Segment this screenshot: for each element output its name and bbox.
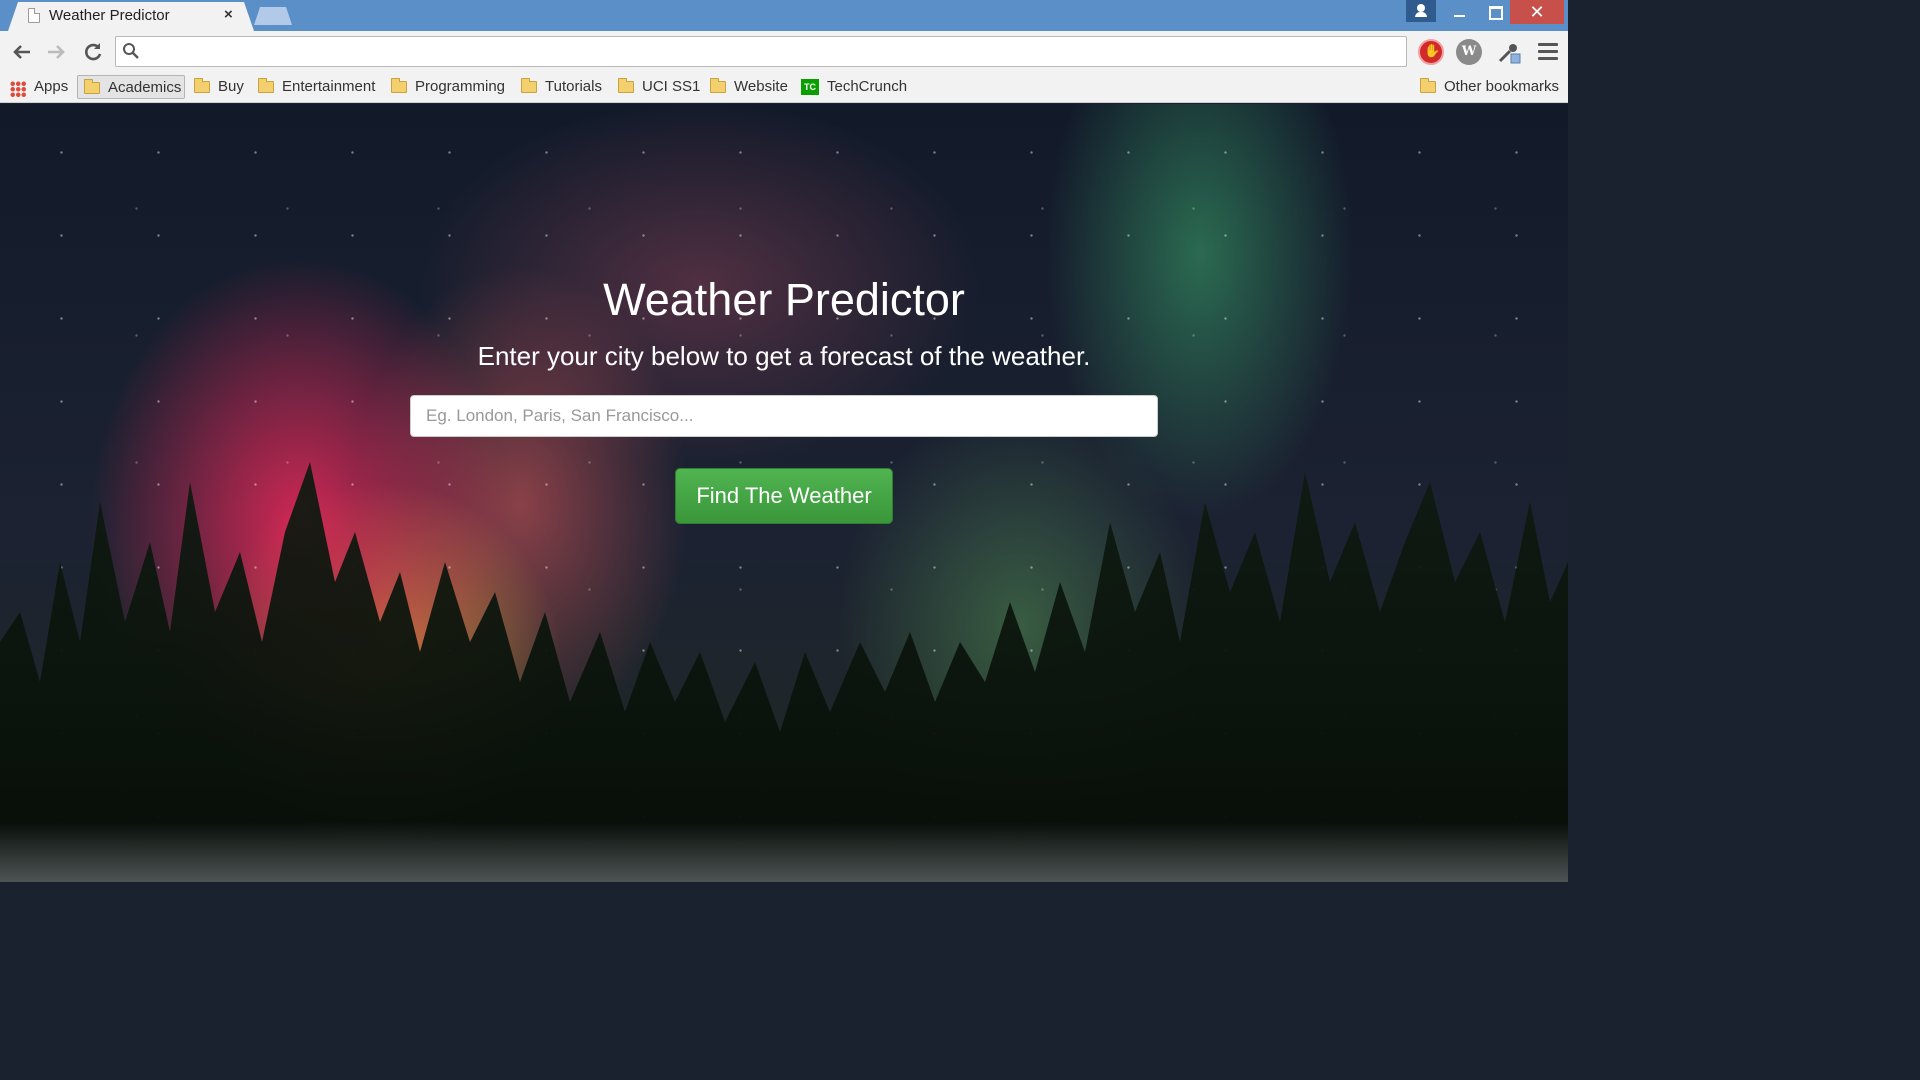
apps-grid-icon <box>10 81 26 97</box>
eyedropper-extension-icon[interactable] <box>1496 39 1522 65</box>
address-bar[interactable] <box>115 36 1407 67</box>
page-title: Weather Predictor <box>603 274 965 325</box>
hero-section: Weather Predictor Enter your city below … <box>0 274 1568 372</box>
new-tab-button[interactable] <box>254 7 292 25</box>
folder-icon <box>1420 78 1436 93</box>
page-subtitle: Enter your city below to get a forecast … <box>477 341 1091 371</box>
bookmark-tutorials[interactable]: Tutorials <box>515 75 607 99</box>
folder-icon <box>84 79 100 94</box>
forward-arrow-icon[interactable] <box>43 39 69 65</box>
bookmark-entertainment[interactable]: Entertainment <box>252 75 382 99</box>
forest-silhouette-background <box>0 462 1568 882</box>
bookmark-techcrunch[interactable]: TC TechCrunch <box>801 75 911 99</box>
maximize-button[interactable] <box>1476 0 1512 24</box>
city-search-input[interactable] <box>410 395 1158 437</box>
folder-icon <box>258 78 274 93</box>
back-arrow-icon[interactable] <box>9 39 35 65</box>
minimize-button[interactable] <box>1442 0 1478 24</box>
snow-ground-background <box>0 822 1568 882</box>
folder-icon <box>194 78 210 93</box>
user-profile-icon[interactable] <box>1406 0 1436 22</box>
bookmark-apps[interactable]: Apps <box>0 75 70 99</box>
browser-tab-active[interactable]: Weather Predictor × <box>8 2 254 31</box>
reload-icon[interactable] <box>80 39 106 65</box>
bookmark-academics[interactable]: Academics <box>77 75 185 99</box>
bookmarks-bar: Apps Academics Buy Entertainment Program… <box>0 71 1568 103</box>
tab-title: Weather Predictor <box>49 7 170 24</box>
bookmark-buy[interactable]: Buy <box>188 75 248 99</box>
address-input[interactable] <box>148 40 1388 64</box>
folder-icon <box>710 78 726 93</box>
w-extension-icon[interactable]: W <box>1456 39 1482 65</box>
search-icon <box>123 43 139 59</box>
techcrunch-icon: TC <box>801 79 819 95</box>
folder-icon <box>391 78 407 93</box>
tab-close-icon[interactable]: × <box>224 6 233 23</box>
folder-icon <box>521 78 537 93</box>
adblock-extension-icon[interactable] <box>1418 39 1444 65</box>
page-icon <box>28 8 40 23</box>
close-window-button[interactable]: ✕ <box>1510 0 1564 24</box>
bookmark-programming[interactable]: Programming <box>385 75 510 99</box>
menu-hamburger-icon[interactable] <box>1538 43 1558 61</box>
bookmark-other-bookmarks[interactable]: Other bookmarks <box>1414 75 1564 99</box>
folder-icon <box>618 78 634 93</box>
page-content: Weather Predictor Enter your city below … <box>0 104 1568 882</box>
browser-title-bar: Weather Predictor × ✕ <box>0 0 1568 31</box>
bookmark-website[interactable]: Website <box>704 75 792 99</box>
browser-toolbar: W <box>0 31 1568 71</box>
bookmark-uci-ss1[interactable]: UCI SS1 <box>612 75 700 99</box>
find-weather-button[interactable]: Find The Weather <box>675 468 893 524</box>
